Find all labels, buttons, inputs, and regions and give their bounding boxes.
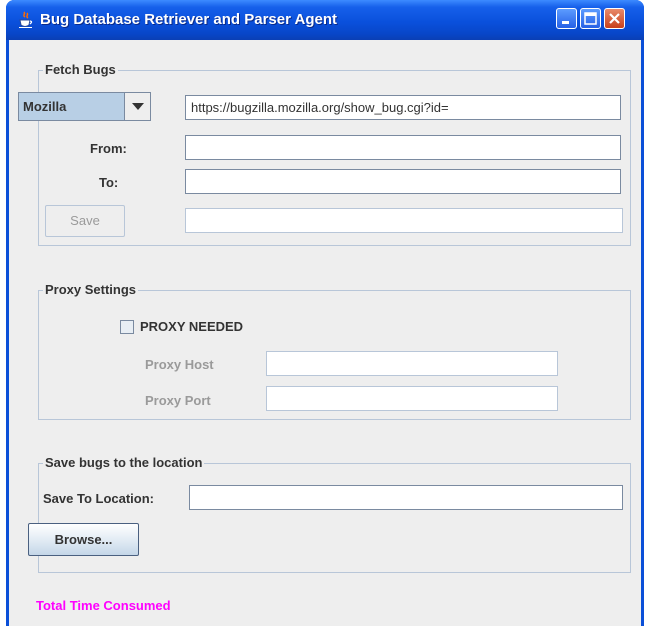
from-label: From: — [90, 141, 127, 156]
proxy-port-label: Proxy Port — [145, 393, 211, 408]
proxy-needed-checkbox[interactable] — [120, 320, 134, 334]
save-location-title: Save bugs to the location — [43, 455, 205, 470]
app-window: Bug Database Retriever and Parser Agent … — [6, 0, 644, 626]
window-content: Fetch Bugs Mozilla https://bugzilla.mozi… — [9, 40, 641, 626]
window-title: Bug Database Retriever and Parser Agent — [40, 11, 338, 28]
title-bar[interactable]: Bug Database Retriever and Parser Agent — [6, 0, 644, 40]
to-field[interactable] — [185, 169, 621, 194]
minimize-button[interactable] — [556, 8, 577, 29]
to-label: To: — [99, 175, 119, 190]
total-time-label: Total Time Consumed — [36, 598, 171, 613]
save-button[interactable]: Save — [45, 205, 125, 237]
fetch-bugs-title: Fetch Bugs — [43, 62, 118, 77]
save-to-location-label: Save To Location: — [43, 491, 154, 506]
maximize-button[interactable] — [580, 8, 601, 29]
browse-button[interactable]: Browse... — [28, 523, 139, 556]
save-status-field — [185, 208, 623, 233]
dropdown-button[interactable] — [124, 93, 150, 120]
close-button[interactable] — [604, 8, 625, 29]
proxy-settings-title: Proxy Settings — [43, 282, 139, 297]
bug-source-select[interactable]: Mozilla — [18, 92, 151, 121]
save-location-group: Save bugs to the location — [38, 455, 631, 573]
from-field[interactable] — [185, 135, 621, 160]
save-location-field[interactable] — [189, 485, 623, 510]
triangle-down-icon — [132, 103, 144, 110]
proxy-host-field — [266, 351, 558, 376]
java-cup-icon — [18, 11, 34, 29]
bug-url-field[interactable]: https://bugzilla.mozilla.org/show_bug.cg… — [185, 95, 621, 120]
proxy-port-field — [266, 386, 558, 411]
proxy-needed-label[interactable]: PROXY NEEDED — [140, 319, 243, 334]
bug-source-value: Mozilla — [23, 99, 67, 114]
proxy-host-label: Proxy Host — [145, 357, 214, 372]
